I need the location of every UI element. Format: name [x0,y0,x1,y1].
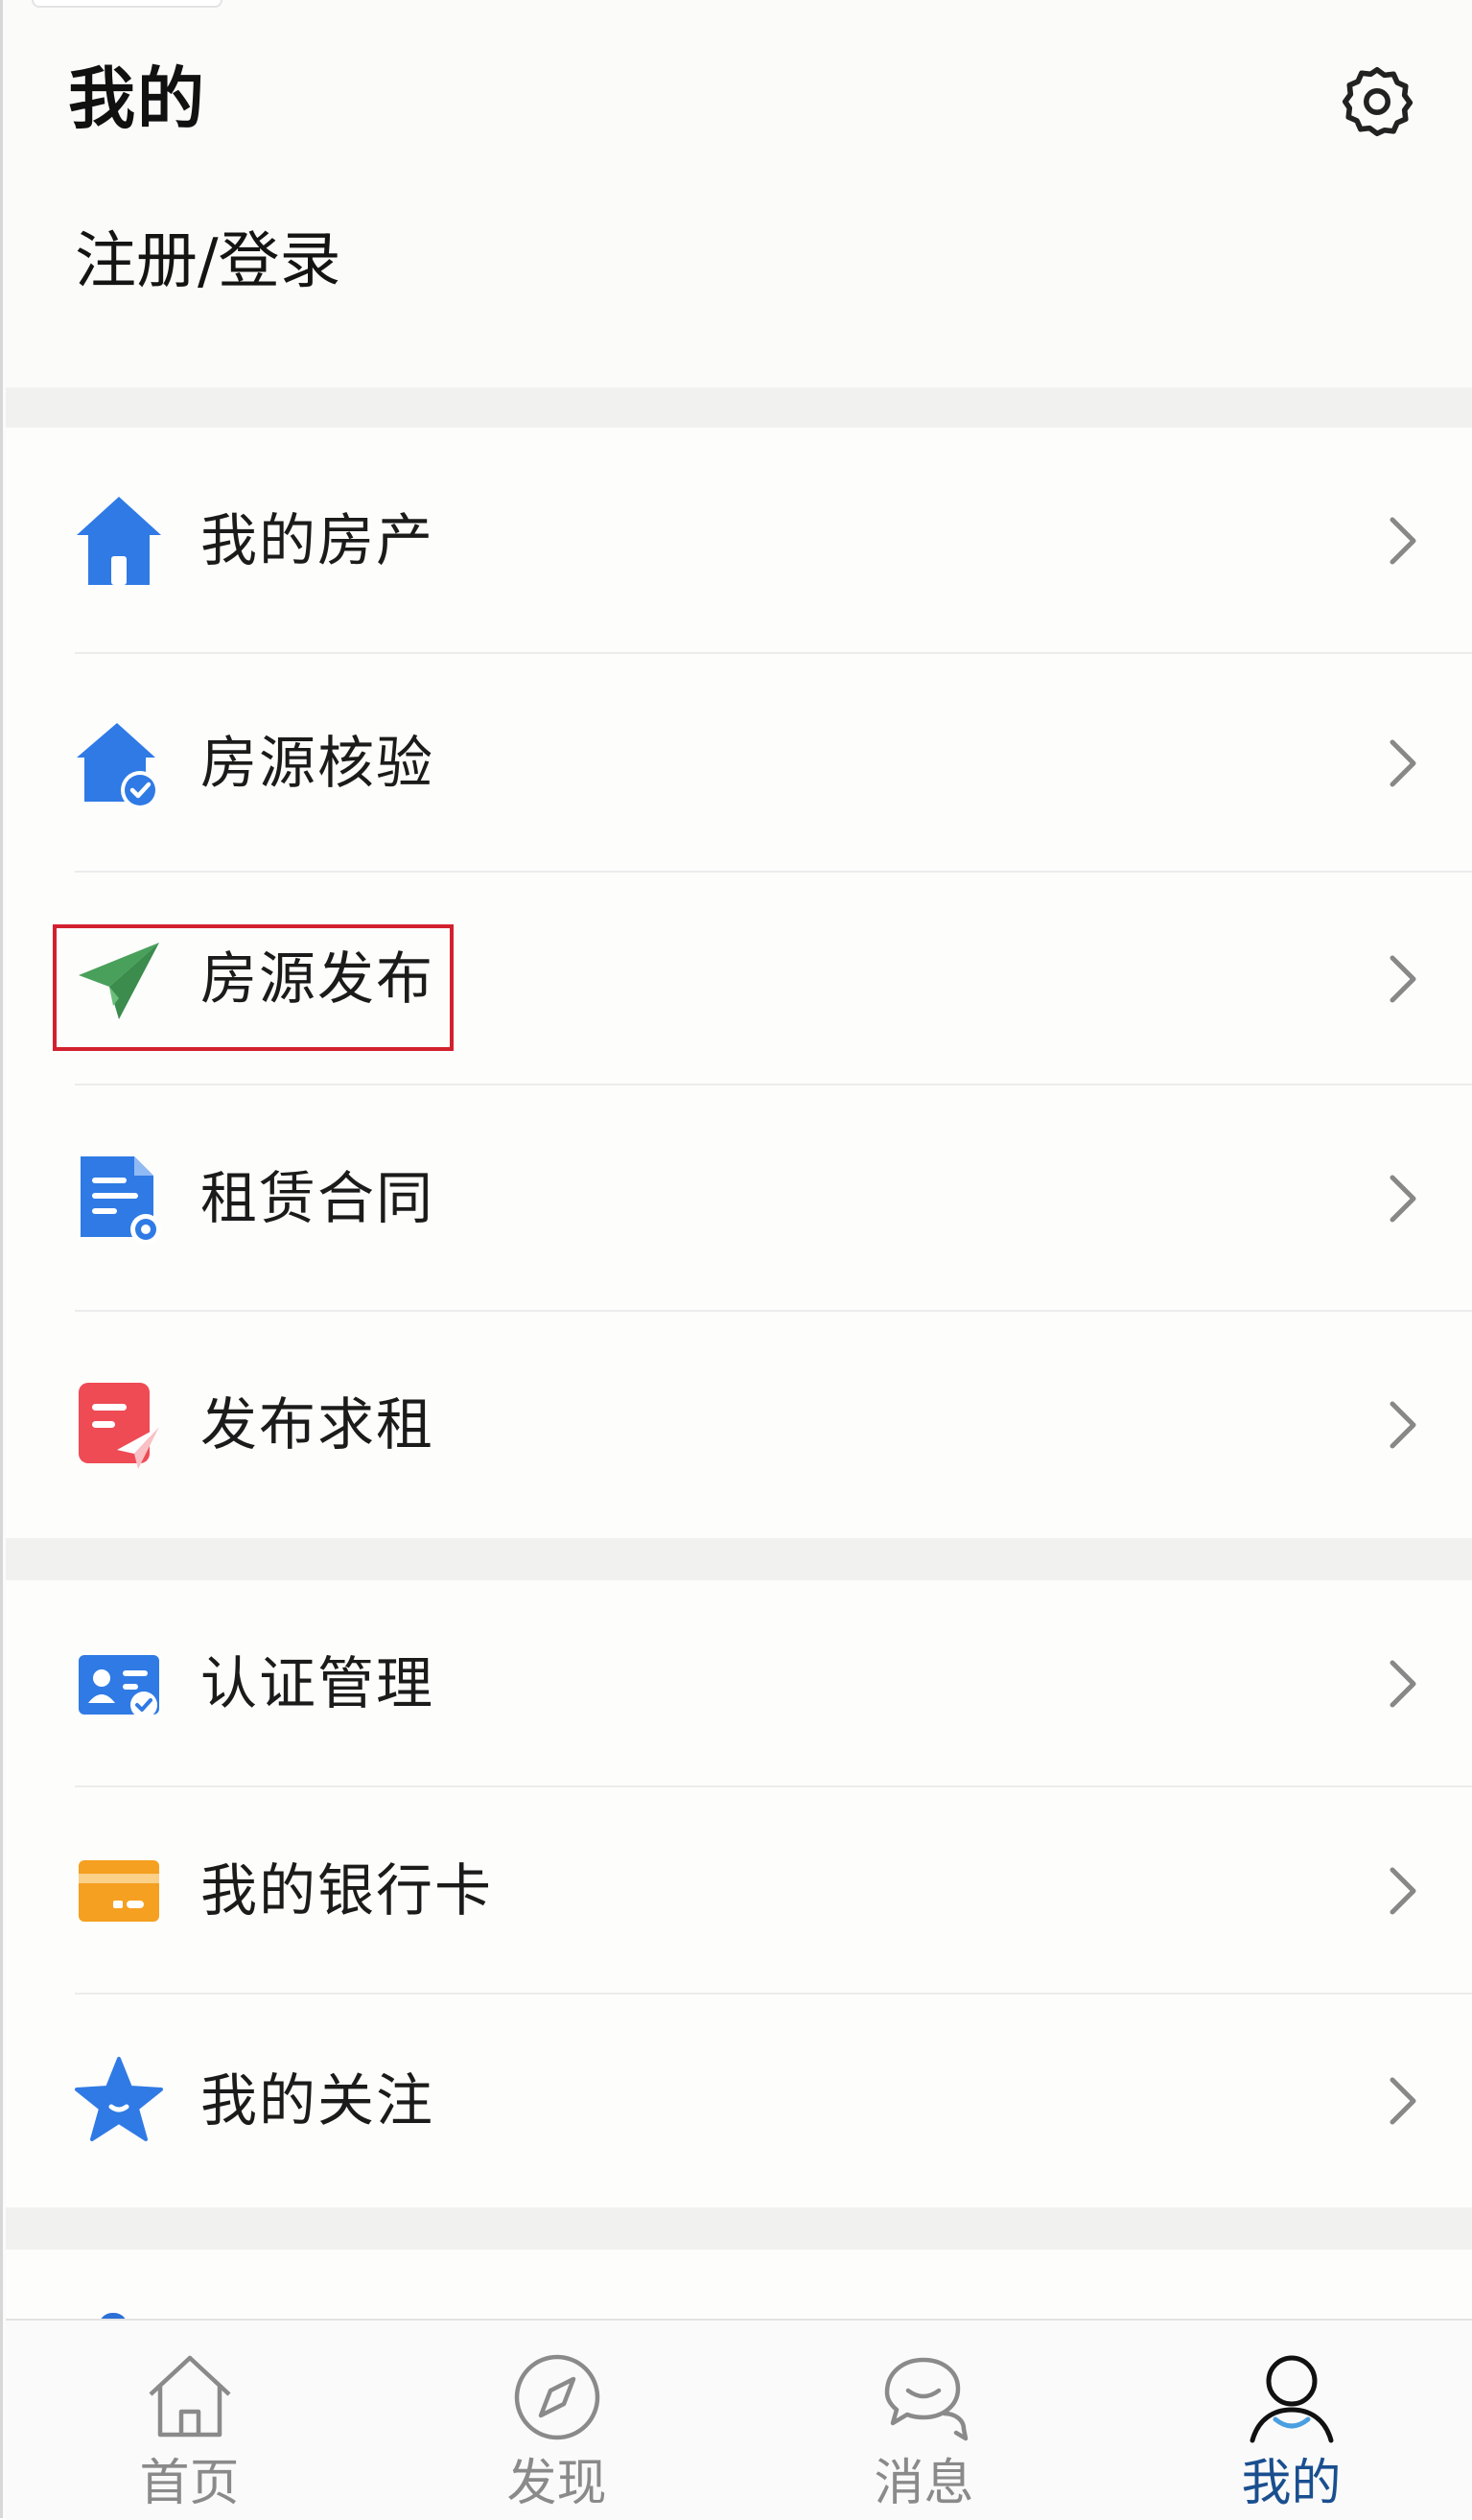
menu-item-label: 发布求租 [200,1391,435,1458]
id-card-icon [75,1636,163,1732]
house-check-icon [75,715,163,811]
tab-home[interactable]: 首页 [6,2321,373,2520]
tab-me[interactable]: 我的 [1108,2321,1472,2520]
home-icon [140,2347,240,2447]
menu-item-label: 我的银行卡 [200,1857,494,1924]
highlight-box [53,924,454,1051]
tab-label: 消息 [874,2455,974,2512]
chevron-right-icon [1390,1660,1416,1708]
chevron-right-icon [1390,1867,1416,1915]
chevron-right-icon [1390,1401,1416,1449]
menu-item-post-rental-request[interactable]: 发布求租 [6,1312,1472,1538]
tab-label: 首页 [139,2455,240,2512]
chevron-right-icon [1390,1175,1416,1223]
menu-item-my-follows[interactable]: 我的关注 [6,1995,1472,2207]
profile-page: 我的 注册/登录 我的房产 房源核验 房源发布 租赁合同 发布求租 认证管理 我… [0,0,1472,2520]
user-icon [1242,2347,1342,2447]
menu-group-more [6,2250,1472,2319]
gear-icon [1342,66,1414,137]
bottom-tab-bar: 首页 发现 消息 我的 [6,2319,1472,2520]
contract-document-icon [75,1151,163,1247]
compass-icon [507,2347,607,2447]
tab-discover[interactable]: 发现 [373,2321,740,2520]
bank-card-icon [75,1843,163,1939]
menu-item-listing-verification[interactable]: 房源核验 [6,654,1472,873]
menu-item-my-bank-cards[interactable]: 我的银行卡 [6,1787,1472,1995]
menu-item-label: 租赁合同 [200,1165,435,1231]
menu-item-label: 房源核验 [200,730,435,796]
chevron-right-icon [1390,2077,1416,2125]
tab-messages[interactable]: 消息 [740,2321,1108,2520]
section-gap [6,1538,1472,1580]
menu-item-lease-contract[interactable]: 租赁合同 [6,1085,1472,1312]
settings-button[interactable] [1331,56,1423,148]
menu-item-my-property[interactable]: 我的房产 [6,428,1472,654]
rental-request-icon [75,1377,163,1473]
menu-item-verification-management[interactable]: 认证管理 [6,1580,1472,1787]
page-title: 我的 [68,59,206,138]
menu-item-label: 认证管理 [200,1650,435,1716]
status-bar-edge [32,0,222,8]
section-gap [6,2207,1472,2250]
house-icon [75,493,163,589]
menu-item-label: 我的房产 [200,507,435,573]
section-gap [6,387,1472,428]
tab-label: 发现 [506,2455,607,2512]
chevron-right-icon [1390,739,1416,787]
star-icon [75,2053,163,2149]
chat-icon [875,2347,974,2447]
menu-group-account: 认证管理 我的银行卡 我的关注 [6,1580,1472,2207]
chevron-right-icon [1390,517,1416,565]
menu-item-label: 我的关注 [200,2067,435,2134]
chevron-right-icon [1390,955,1416,1003]
tab-label: 我的 [1241,2455,1342,2512]
register-login-link[interactable]: 注册/登录 [75,219,341,305]
